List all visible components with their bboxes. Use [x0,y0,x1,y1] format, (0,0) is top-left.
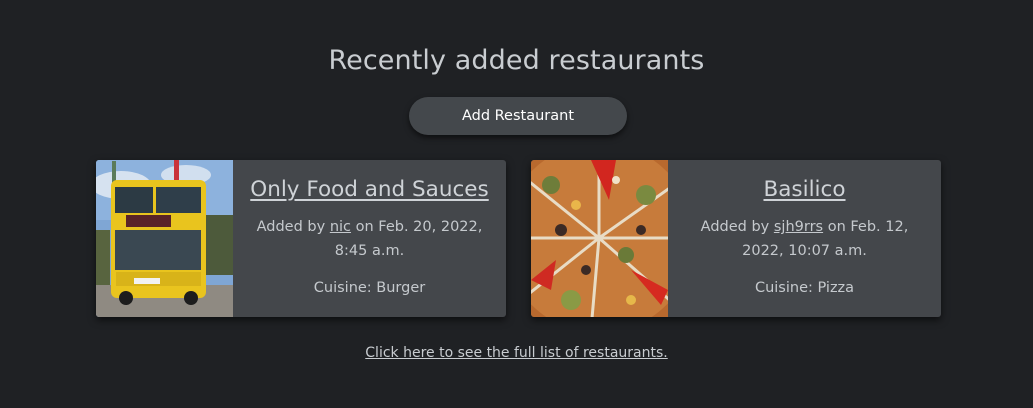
cuisine-label: Cuisine: Pizza [754,280,855,296]
cuisine-label: Cuisine: Burger [313,280,426,296]
full-list-link[interactable]: Click here to see the full list of resta… [0,345,1033,361]
restaurant-card: Only Food and Sauces Added by nic on Feb… [96,160,506,317]
added-by-text: Added by nic on Feb. 20, 2022, 8:45 a.m. [233,215,506,263]
restaurant-image [96,160,233,317]
added-date: on Feb. 20, 2022, 8:45 a.m. [334,219,483,259]
restaurant-image [531,160,668,317]
added-by-text: Added by sjh9rrs on Feb. 12, 2022, 10:07… [668,215,941,263]
add-restaurant-button[interactable]: Add Restaurant [409,97,627,135]
added-by-prefix: Added by [700,219,770,235]
restaurant-card: Basilico Added by sjh9rrs on Feb. 12, 20… [531,160,941,317]
user-link[interactable]: sjh9rrs [774,219,823,235]
page-title: Recently added restaurants [328,45,705,76]
user-link[interactable]: nic [330,219,351,235]
added-by-prefix: Added by [256,219,326,235]
restaurant-name-link[interactable]: Only Food and Sauces [233,177,506,202]
restaurant-name-link[interactable]: Basilico [668,177,941,202]
